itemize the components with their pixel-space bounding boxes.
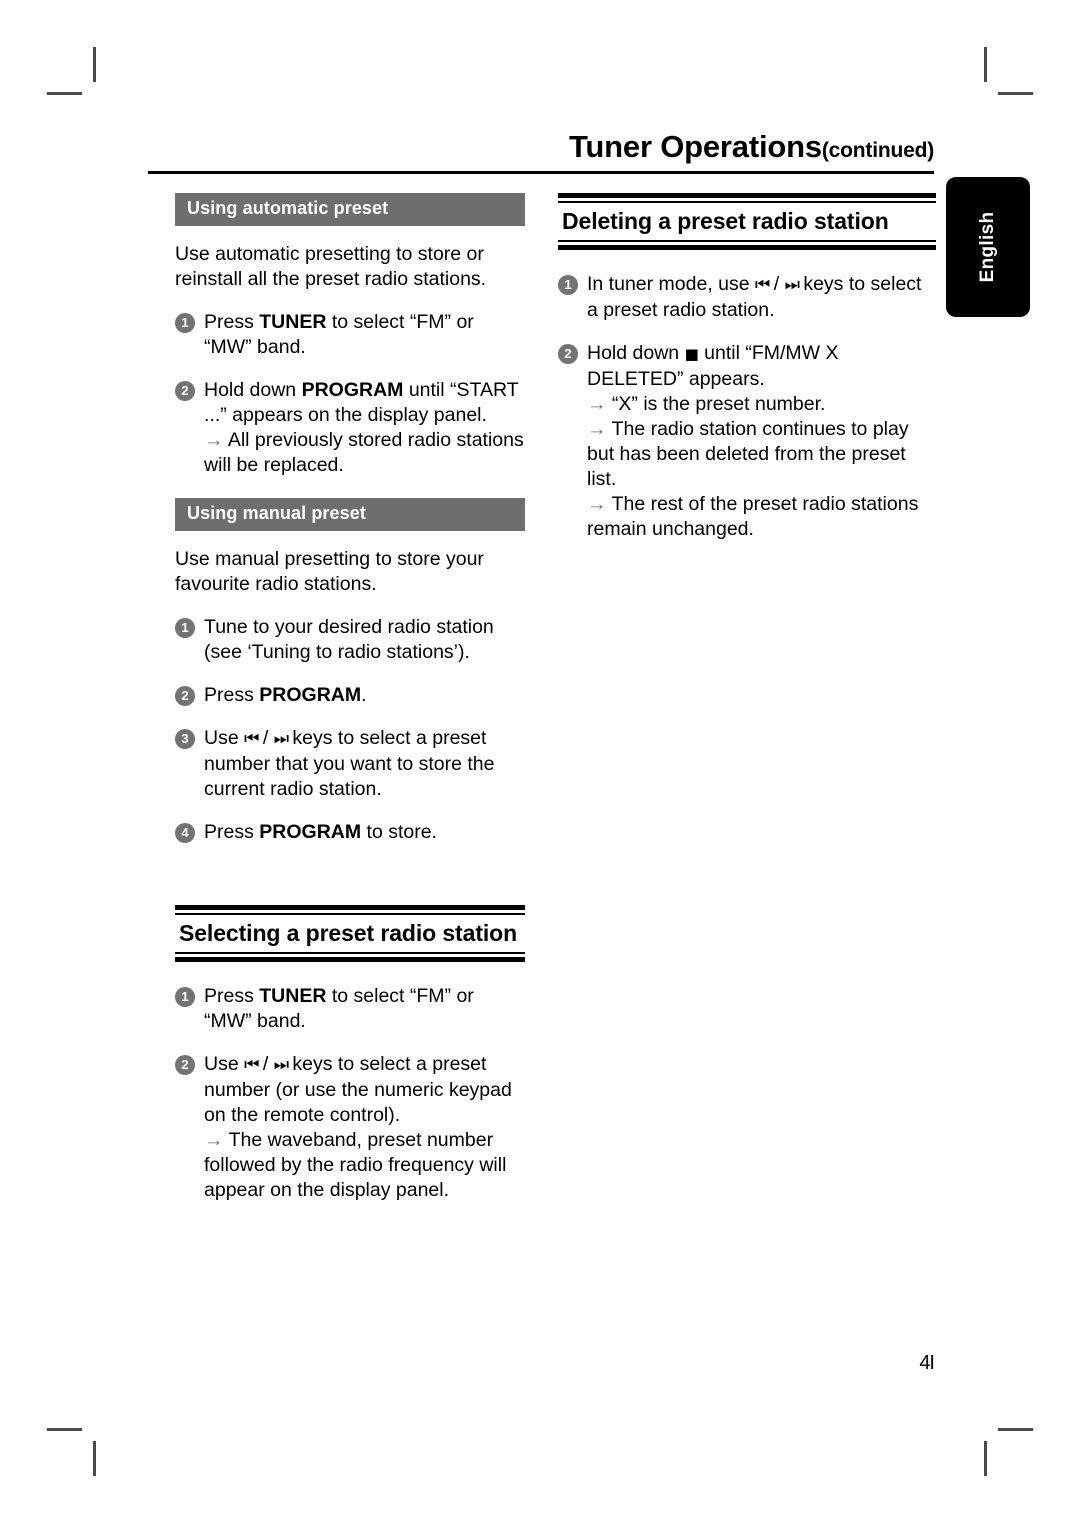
skip-next-icon: ⏭ bbox=[273, 1055, 289, 1076]
section-intro-automatic: Use automatic presetting to store or rei… bbox=[175, 242, 487, 290]
step-text-bold: PROGRAM bbox=[301, 378, 404, 401]
step-item: 3 Use ⏮ / ⏭ keys to select a preset numbe… bbox=[175, 726, 525, 802]
arrow-icon: → bbox=[587, 418, 607, 441]
page-title: Tuner Operations(continued) bbox=[148, 131, 934, 162]
skip-previous-icon: ⏮ bbox=[244, 728, 259, 749]
step-item: 1 Press TUNER to select “FM” or “MW” band… bbox=[175, 984, 525, 1034]
step-text-pre: In tuner mode, use bbox=[587, 273, 756, 296]
step-text-pre: Tune to your desired radio station (see … bbox=[204, 615, 494, 663]
skip-previous-icon: ⏮ bbox=[244, 1055, 259, 1076]
stop-square-icon: ■ bbox=[684, 345, 699, 364]
step-number: 2 bbox=[175, 685, 195, 706]
glyph-separator: / bbox=[257, 1053, 274, 1076]
section-using-automatic-preset: Using automatic preset Use automatic pre… bbox=[175, 193, 525, 478]
step-note: → The rest of the preset radio stations … bbox=[587, 492, 936, 542]
arrow-icon: → bbox=[204, 1129, 224, 1152]
step-note-text: The waveband, preset number followed by … bbox=[204, 1129, 507, 1202]
section-selecting-preset-radio-station: Selecting a preset radio station 1 Press … bbox=[175, 904, 525, 1203]
step-text-bold: TUNER bbox=[259, 310, 327, 333]
crop-mark-bottom-right-horizontal bbox=[998, 1428, 1033, 1431]
step-text-pre: Press bbox=[204, 820, 260, 843]
step-note-text: The rest of the preset radio stations re… bbox=[587, 493, 919, 541]
step-note: → All previously stored radio stations w… bbox=[204, 428, 525, 478]
step-item: 2 Hold down ■ until “FM/MW X DELETED” app… bbox=[558, 341, 936, 542]
glyph-separator: / bbox=[257, 726, 274, 749]
rule-thick-top bbox=[175, 904, 525, 910]
step-item: 2 Press PROGRAM. bbox=[175, 683, 525, 708]
step-text-bold: PROGRAM bbox=[259, 683, 362, 706]
step-item: 4 Press PROGRAM to store. bbox=[175, 820, 525, 845]
step-text-pre: Press bbox=[204, 310, 260, 333]
left-column: Using automatic preset Use automatic pre… bbox=[175, 193, 525, 1203]
language-tab: English bbox=[946, 177, 1030, 317]
skip-next-icon: ⏭ bbox=[273, 728, 289, 749]
step-text-bold: TUNER bbox=[259, 985, 327, 1008]
glyph-separator: / bbox=[768, 273, 785, 296]
arrow-icon: → bbox=[587, 493, 607, 516]
step-number: 1 bbox=[175, 312, 195, 333]
step-text-post: to store. bbox=[361, 820, 437, 843]
section-heading-deleting: Deleting a preset radio station bbox=[562, 208, 889, 234]
section-bar-using-manual-preset: Using manual preset bbox=[175, 497, 525, 531]
crop-mark-top-left-horizontal bbox=[47, 92, 82, 95]
rule-thin-bottom bbox=[558, 240, 936, 243]
step-text-pre: Press bbox=[204, 985, 260, 1008]
step-number: 2 bbox=[558, 344, 578, 365]
step-note-text: “X” is the preset number. bbox=[611, 393, 826, 416]
section-heading-selecting: Selecting a preset radio station bbox=[179, 919, 518, 946]
step-number: 1 bbox=[175, 987, 195, 1008]
crop-mark-bottom-left-vertical bbox=[93, 1441, 96, 1476]
page-number: 4I bbox=[919, 1352, 935, 1374]
step-number: 1 bbox=[558, 275, 578, 296]
section-deleting-preset-radio-station: Deleting a preset radio station 1 In tune… bbox=[558, 193, 936, 542]
rule-heading-deleting: Deleting a preset radio station bbox=[558, 193, 936, 251]
section-intro-manual: Use manual presetting to store your favo… bbox=[175, 547, 484, 595]
crop-mark-bottom-right-vertical bbox=[984, 1441, 987, 1476]
header-rule bbox=[148, 171, 934, 174]
section-bar-using-automatic-preset: Using automatic preset bbox=[175, 193, 525, 226]
step-item: 1 Tune to your desired radio station (see… bbox=[175, 615, 525, 665]
step-number: 1 bbox=[175, 617, 195, 638]
step-number: 2 bbox=[175, 380, 195, 401]
step-item: 2 Hold down PROGRAM until “START ...” app… bbox=[175, 378, 525, 478]
step-text-bold: PROGRAM bbox=[259, 820, 362, 843]
section-using-manual-preset: Using manual preset Use manual presettin… bbox=[175, 497, 525, 845]
step-text-pre: Hold down bbox=[587, 342, 685, 365]
step-text-pre: Press bbox=[204, 683, 260, 706]
rule-thick-bottom bbox=[175, 957, 525, 963]
rule-heading-selecting: Selecting a preset radio station bbox=[175, 904, 525, 963]
rule-thin-bottom bbox=[175, 952, 525, 955]
skip-previous-icon: ⏮ bbox=[755, 275, 770, 296]
arrow-icon: → bbox=[204, 428, 224, 451]
step-note: → The waveband, preset number followed b… bbox=[204, 1128, 525, 1203]
crop-mark-top-right-horizontal bbox=[998, 92, 1033, 95]
step-text-post: . bbox=[361, 683, 367, 706]
step-note: → “X” is the preset number. bbox=[587, 392, 936, 417]
step-number: 3 bbox=[175, 728, 195, 749]
step-number: 2 bbox=[175, 1055, 195, 1076]
rule-thick-bottom bbox=[558, 245, 936, 251]
crop-mark-top-left-vertical bbox=[93, 47, 96, 82]
step-item: 1 In tuner mode, use ⏮ / ⏭ keys to select… bbox=[558, 272, 936, 323]
language-tab-label: English bbox=[977, 211, 998, 283]
crop-mark-top-right-vertical bbox=[984, 47, 987, 82]
step-note-text: All previously stored radio stations wil… bbox=[204, 428, 524, 476]
step-text-pre: Use bbox=[204, 726, 245, 749]
step-note-text: The radio station continues to play but … bbox=[587, 418, 909, 491]
crop-mark-bottom-left-horizontal bbox=[47, 1428, 82, 1431]
page-title-main: Tuner Operations bbox=[569, 129, 822, 164]
step-item: 2 Use ⏮ / ⏭ keys to select a preset numbe… bbox=[175, 1052, 525, 1203]
step-note: → The radio station continues to play bu… bbox=[587, 417, 936, 492]
right-column: Deleting a preset radio station 1 In tune… bbox=[558, 193, 936, 542]
page-title-continued: (continued) bbox=[821, 139, 934, 162]
arrow-icon: → bbox=[587, 393, 607, 416]
step-item: 1 Press TUNER to select “FM” or “MW” band… bbox=[175, 310, 525, 360]
rule-thick-top bbox=[558, 193, 936, 198]
page-header: Tuner Operations(continued) bbox=[148, 131, 934, 174]
step-text-pre: Use bbox=[204, 1053, 245, 1076]
step-number: 4 bbox=[175, 822, 195, 843]
step-text-pre: Hold down bbox=[204, 378, 302, 401]
skip-next-icon: ⏭ bbox=[784, 275, 800, 296]
